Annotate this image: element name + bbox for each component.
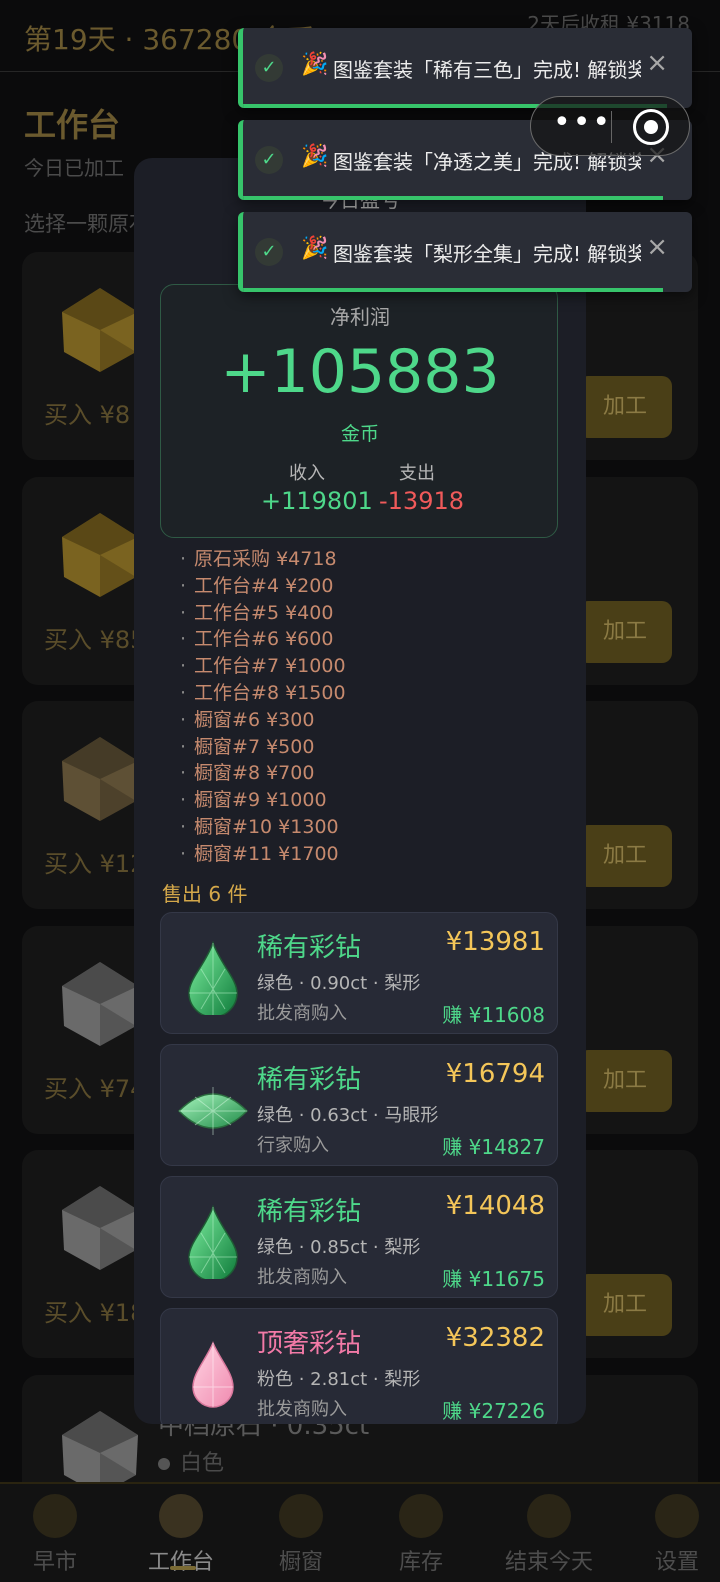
nav-label: 早市 [32, 1550, 77, 1575]
sold-item-name: 稀有彩钻 [257, 933, 362, 963]
toast-message: 图鉴套装「梨形全集」完成! 解锁奖 [333, 242, 641, 266]
party-popper-icon: 🎉 [301, 236, 329, 261]
sold-item-price: ¥13981 [445, 927, 545, 957]
stone-buy-price: 买入 ¥8 [44, 401, 131, 429]
daily-summary-modal: 今日盈亏 净利润 +105883 金币 收入 +119801 支出 -13918… [134, 158, 586, 1424]
stone-buy-price: 买入 ¥74 [44, 1074, 146, 1103]
expense-row: 橱窗#6 ¥300 [180, 707, 346, 734]
expense-row: 工作台#7 ¥1000 [180, 653, 346, 680]
income-value: +119801 [261, 487, 373, 515]
net-profit-panel: 净利润 +105883 金币 收入 +119801 支出 -13918 [160, 284, 558, 538]
party-popper-icon: 🎉 [301, 52, 329, 77]
net-profit-label: 净利润 [330, 305, 390, 329]
green-pear-gem-icon [188, 940, 238, 1015]
sold-item-attributes: 粉色 · 2.81ct · 梨形 [257, 1369, 421, 1390]
active-tab-indicator [170, 1566, 196, 1570]
sold-item-price: ¥14048 [445, 1191, 545, 1221]
bottom-nav: 早市 工作台 橱窗 库存 结束今天 设置 [0, 1482, 720, 1582]
sold-item-source: 批发商购入 [257, 1003, 347, 1024]
expense-value: -13918 [379, 487, 465, 515]
sold-item-attributes: 绿色 · 0.90ct · 梨形 [257, 973, 421, 994]
inventory-icon [399, 1494, 443, 1538]
section-title: 工作台 [24, 106, 121, 144]
sold-item-attributes: 绿色 · 0.85ct · 梨形 [257, 1237, 421, 1258]
pink-pear-gem-icon [192, 1341, 234, 1408]
nav-label: 橱窗 [278, 1550, 323, 1575]
check-icon: ✓ [255, 238, 283, 266]
toast-message: 图鉴套装「稀有三色」完成! 解锁奖 [333, 58, 641, 82]
sold-item-source: 批发商购入 [257, 1399, 347, 1420]
sold-item-name: 稀有彩钻 [257, 1197, 362, 1227]
nav-label: 结束今天 [504, 1550, 593, 1575]
sold-item-card: 顶奢彩钻 ¥32382 粉色 · 2.81ct · 梨形 批发商购入 赚 ¥27… [160, 1308, 558, 1424]
expense-row: 橱窗#11 ¥1700 [180, 841, 346, 868]
nav-item[interactable]: 早市 [0, 1484, 110, 1582]
expense-row: 工作台#5 ¥400 [180, 600, 346, 627]
sold-item-name: 顶奢彩钻 [257, 1329, 362, 1359]
more-icon[interactable]: ••• [553, 108, 611, 141]
market-icon [33, 1494, 77, 1538]
showcase-icon [279, 1494, 323, 1538]
sold-item-earnings: 赚 ¥11608 [442, 1003, 545, 1027]
nav-label: 工作台 [147, 1550, 214, 1575]
expense-row: 橱窗#9 ¥1000 [180, 787, 346, 814]
capsule-divider [611, 111, 612, 143]
green-pear-gem-icon [188, 1204, 238, 1279]
currency-unit: 金币 [340, 423, 379, 445]
nav-item[interactable]: 橱窗 [246, 1484, 356, 1582]
sold-item-source: 行家购入 [257, 1135, 329, 1156]
sold-item-earnings: 赚 ¥14827 [442, 1135, 545, 1159]
achievement-toast: ✓ 🎉 图鉴套装「梨形全集」完成! 解锁奖 × [238, 212, 692, 292]
toast-progress-bar [243, 288, 663, 292]
check-icon: ✓ [255, 54, 283, 82]
close-icon[interactable]: × [646, 232, 668, 262]
nav-label: 设置 [654, 1550, 699, 1575]
expense-row: 原石采购 ¥4718 [180, 546, 346, 573]
net-profit-value: +105883 [220, 337, 500, 407]
nav-item[interactable]: 设置 [622, 1484, 720, 1582]
sold-item-card: 稀有彩钻 ¥14048 绿色 · 0.85ct · 梨形 批发商购入 赚 ¥11… [160, 1176, 558, 1298]
toast-progress-bar [243, 196, 663, 200]
green-marquise-gem-icon [177, 1087, 249, 1135]
expense-row: 工作台#4 ¥200 [180, 573, 346, 600]
sold-item-price: ¥32382 [445, 1323, 545, 1353]
process-button[interactable]: 加工 [578, 1274, 672, 1337]
section-hint: 选择一颗原石 [24, 212, 150, 236]
party-popper-icon: 🎉 [301, 144, 329, 169]
check-icon: ✓ [255, 146, 283, 174]
nav-item[interactable]: 库存 [366, 1484, 476, 1582]
sold-item-price: ¥16794 [445, 1059, 545, 1089]
close-icon[interactable]: × [646, 48, 668, 78]
expense-row: 橱窗#8 ¥700 [180, 760, 346, 787]
sold-item-source: 批发商购入 [257, 1267, 347, 1288]
expense-row: 工作台#6 ¥600 [180, 626, 346, 653]
sold-item-earnings: 赚 ¥27226 [442, 1399, 545, 1423]
process-button[interactable]: 加工 [578, 825, 672, 888]
income-label: 收入 [289, 463, 325, 484]
nav-label: 库存 [398, 1550, 443, 1575]
process-button[interactable]: 加工 [578, 600, 672, 663]
settings-icon [655, 1494, 699, 1538]
sold-item-card: 稀有彩钻 ¥13981 绿色 · 0.90ct · 梨形 批发商购入 赚 ¥11… [160, 912, 558, 1034]
sold-item-earnings: 赚 ¥11675 [442, 1267, 545, 1291]
sold-item-attributes: 绿色 · 0.63ct · 马眼形 [257, 1105, 439, 1126]
stone-buy-price: 买入 ¥18 [44, 1299, 146, 1328]
stone-color: 白色 [158, 1445, 224, 1477]
sold-count: 售出 6 件 [162, 882, 248, 906]
end-day-icon [527, 1494, 571, 1538]
sold-item-name: 稀有彩钻 [257, 1065, 362, 1095]
expense-row: 橱窗#10 ¥1300 [180, 814, 346, 841]
expense-row: 工作台#8 ¥1500 [180, 680, 346, 707]
miniprogram-capsule: ••• [530, 96, 690, 156]
close-miniprogram-icon[interactable] [633, 109, 669, 145]
expense-label: 支出 [399, 463, 435, 484]
section-subtitle: 今日已加工 [24, 156, 124, 180]
expense-row: 橱窗#7 ¥500 [180, 734, 346, 761]
process-button[interactable]: 加工 [578, 1049, 672, 1112]
nav-item[interactable]: 结束今天 [494, 1484, 604, 1582]
sold-item-card: 稀有彩钻 ¥16794 绿色 · 0.63ct · 马眼形 行家购入 赚 ¥14… [160, 1044, 558, 1166]
process-button[interactable]: 加工 [578, 376, 672, 438]
workbench-icon [159, 1494, 203, 1538]
expense-list: 原石采购 ¥4718工作台#4 ¥200工作台#5 ¥400工作台#6 ¥600… [180, 546, 346, 868]
